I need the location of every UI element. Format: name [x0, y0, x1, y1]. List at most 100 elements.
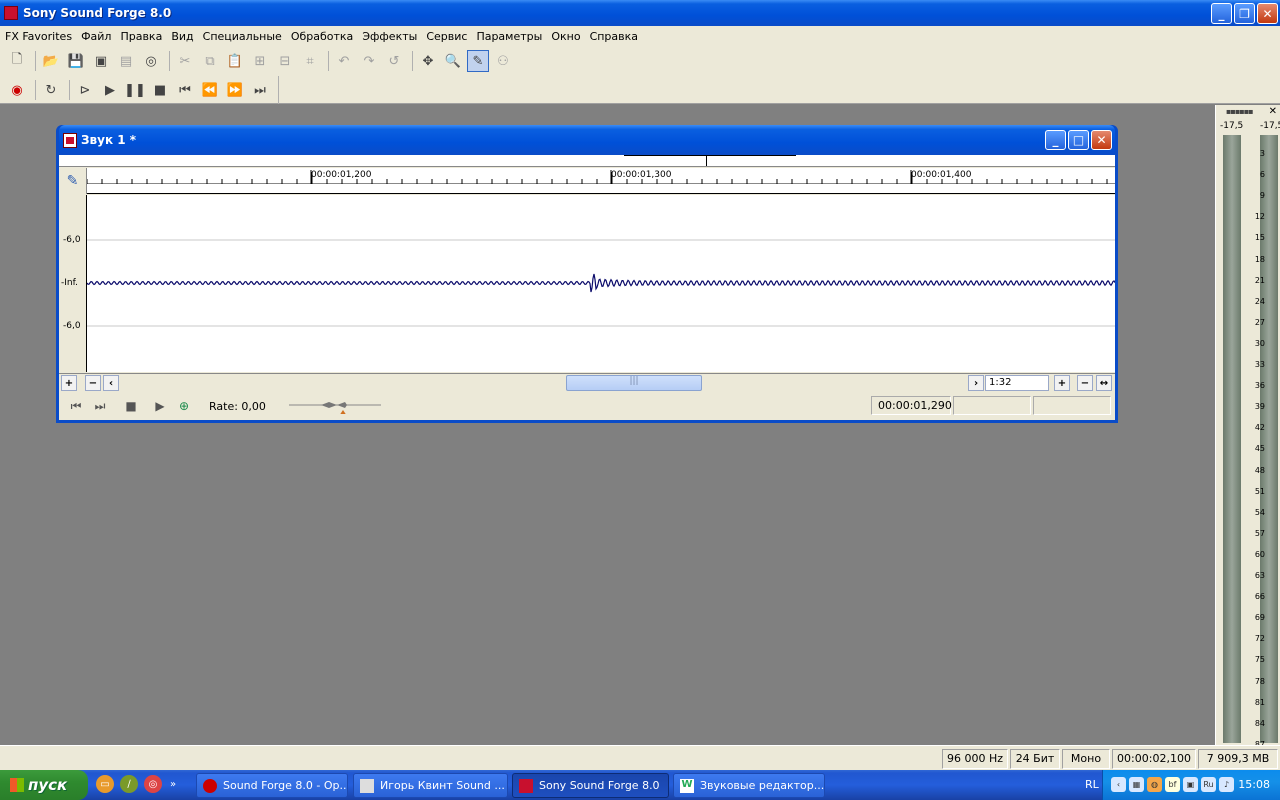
chrome-icon[interactable]: ◎	[144, 775, 162, 793]
menu-view[interactable]: Вид	[168, 30, 199, 43]
launcher-icon[interactable]: ∕	[120, 775, 138, 793]
meter-close-icon[interactable]: ✕	[1269, 106, 1277, 117]
close-button[interactable]: ✕	[1257, 3, 1278, 24]
doc-maximize-button[interactable]: □	[1068, 130, 1089, 150]
menu-tools[interactable]: Сервис	[423, 30, 473, 43]
new-file-icon[interactable]: 🗋	[6, 50, 28, 72]
peak-right[interactable]: -17,5	[1260, 121, 1280, 131]
more-icon[interactable]: »	[168, 775, 178, 793]
bit-depth[interactable]: 24 Бит	[1010, 749, 1060, 769]
level-zoom-out-button[interactable]: −	[1077, 375, 1093, 391]
level-ruler-tool-icon[interactable]: ✎	[59, 168, 87, 194]
rate-slider[interactable]	[289, 402, 381, 414]
menu-file[interactable]: Файл	[78, 30, 117, 43]
go-to-end-icon[interactable]: ⏭	[249, 79, 271, 101]
loop-icon[interactable]: ↻	[40, 79, 62, 101]
go-to-start-icon[interactable]: ⏮	[67, 398, 85, 414]
zoom-out-button[interactable]: −	[85, 375, 101, 391]
keyboard-layout-icon[interactable]: Ru	[1201, 777, 1216, 792]
stop-icon[interactable]: ■	[122, 398, 140, 414]
undo-icon[interactable]: ↶	[333, 50, 355, 72]
language-indicator[interactable]: RL	[1085, 778, 1099, 791]
task-browser-article[interactable]: Игорь Квинт Sound ...	[353, 773, 508, 798]
zoom-in-button[interactable]: +	[61, 375, 77, 391]
save-as-icon[interactable]: ▣	[90, 50, 112, 72]
menu-edit[interactable]: Правка	[117, 30, 168, 43]
network-icon[interactable]: ▦	[1129, 777, 1144, 792]
browser-tray-icon[interactable]: ◍	[1147, 777, 1162, 792]
menu-effects[interactable]: Эффекты	[359, 30, 423, 43]
trim-icon[interactable]: ⌗	[299, 50, 321, 72]
zoom-ratio-field[interactable]: 1:32	[985, 375, 1049, 391]
task-sound-forge[interactable]: Sony Sound Forge 8.0	[512, 773, 669, 798]
paste-special-icon[interactable]: ⊟	[274, 50, 296, 72]
doc-minimize-button[interactable]: _	[1045, 130, 1066, 150]
stop-icon[interactable]: ■	[149, 79, 171, 101]
copy-icon[interactable]: ⧉	[199, 50, 221, 72]
render-icon[interactable]: ◎	[140, 50, 162, 72]
level-zoom-in-button[interactable]: +	[1054, 375, 1070, 391]
menu-help[interactable]: Справка	[587, 30, 644, 43]
menu-window[interactable]: Окно	[548, 30, 586, 43]
bf-tray-icon[interactable]: bf	[1165, 777, 1180, 792]
fast-forward-icon[interactable]: ⏩	[224, 79, 246, 101]
restore-button[interactable]: ❐	[1234, 3, 1255, 24]
zoom-fit-button[interactable]: ↔	[1096, 375, 1112, 391]
edit-tool-icon[interactable]: ✥	[417, 50, 439, 72]
waveform-area[interactable]: -6,0 -Inf. -6,0	[59, 195, 1115, 372]
channels[interactable]: Моно	[1062, 749, 1110, 769]
open-folder-icon[interactable]: 📂	[40, 50, 62, 72]
envelope-tool-icon[interactable]: ⚇	[492, 50, 514, 72]
overview-bar[interactable]	[59, 155, 1115, 167]
redo-icon[interactable]: ↷	[358, 50, 380, 72]
go-to-start-icon[interactable]: ⏮	[174, 79, 196, 101]
monitor-icon[interactable]: ▣	[1183, 777, 1198, 792]
waveform[interactable]	[87, 195, 1115, 372]
scroll-right-button[interactable]: ›	[968, 375, 984, 391]
volume-icon[interactable]: ♪	[1219, 777, 1234, 792]
document-title-bar[interactable]: Звук 1 * _ □ ✕	[59, 125, 1115, 155]
scroll-thumb[interactable]: |||	[566, 375, 702, 391]
doc-close-button[interactable]: ✕	[1091, 130, 1112, 150]
mix-icon[interactable]: ⊞	[249, 50, 271, 72]
go-to-end-icon[interactable]: ⏭	[91, 398, 109, 414]
paste-icon[interactable]: 📋	[224, 50, 246, 72]
repeat-icon[interactable]: ↺	[383, 50, 405, 72]
pause-icon[interactable]: ❚❚	[124, 79, 146, 101]
meter-tick-label: 15	[1254, 233, 1265, 243]
rewind-icon[interactable]: ⏪	[199, 79, 221, 101]
record-icon[interactable]: ◉	[6, 79, 28, 101]
menu-bar: FX Favorites Файл Правка Вид Специальные…	[0, 26, 1280, 46]
task-opera[interactable]: Sound Forge 8.0 - Op...	[196, 773, 348, 798]
magnify-tool-icon[interactable]: 🔍	[442, 50, 464, 72]
minimize-button[interactable]: _	[1211, 3, 1232, 24]
show-desktop-icon[interactable]: ▭	[96, 775, 114, 793]
peak-left[interactable]: -17,5	[1220, 121, 1243, 131]
tray-back-icon[interactable]: ‹	[1111, 777, 1126, 792]
menu-options[interactable]: Параметры	[473, 30, 548, 43]
play-icon[interactable]: ▶	[99, 79, 121, 101]
menu-process[interactable]: Обработка	[288, 30, 359, 43]
play-all-icon[interactable]: ⊳	[74, 79, 96, 101]
cut-icon[interactable]: ✂	[174, 50, 196, 72]
task-word[interactable]: W Звуковые редактор...	[673, 773, 825, 798]
toolbar-separator	[35, 80, 36, 100]
scrub-icon[interactable]: ⊕	[175, 398, 193, 414]
app-title-bar[interactable]: Sony Sound Forge 8.0 _ ❐ ✕	[0, 0, 1280, 26]
pencil-tool-icon[interactable]: ✎	[467, 50, 489, 72]
save-icon[interactable]: 💾	[65, 50, 87, 72]
play-icon[interactable]: ▶	[151, 398, 169, 414]
sample-rate[interactable]: 96 000 Hz	[942, 749, 1008, 769]
clock[interactable]: 15:08	[1238, 778, 1270, 791]
menu-fx-favorites[interactable]: FX Favorites	[2, 30, 78, 43]
meter-tick-label: 63	[1254, 571, 1265, 580]
menu-special[interactable]: Специальные	[200, 30, 288, 43]
meter-grip-icon[interactable]: ▪▪▪▪▪▪	[1226, 107, 1254, 116]
document-window[interactable]: Звук 1 * _ □ ✕ ✎ 00:00:01,200 00:00:01,3…	[56, 125, 1118, 423]
time-ruler[interactable]: 00:00:01,200 00:00:01,300 00:00:01,400	[87, 168, 1115, 184]
save-all-icon[interactable]: ▤	[115, 50, 137, 72]
start-button[interactable]: пуск	[0, 770, 88, 800]
horizontal-scrollbar[interactable]: + − ‹ ||| › 1:32 + − ↔	[59, 373, 1115, 391]
scroll-left-button[interactable]: ‹	[103, 375, 119, 391]
meter-tick-label: 24	[1254, 296, 1265, 306]
